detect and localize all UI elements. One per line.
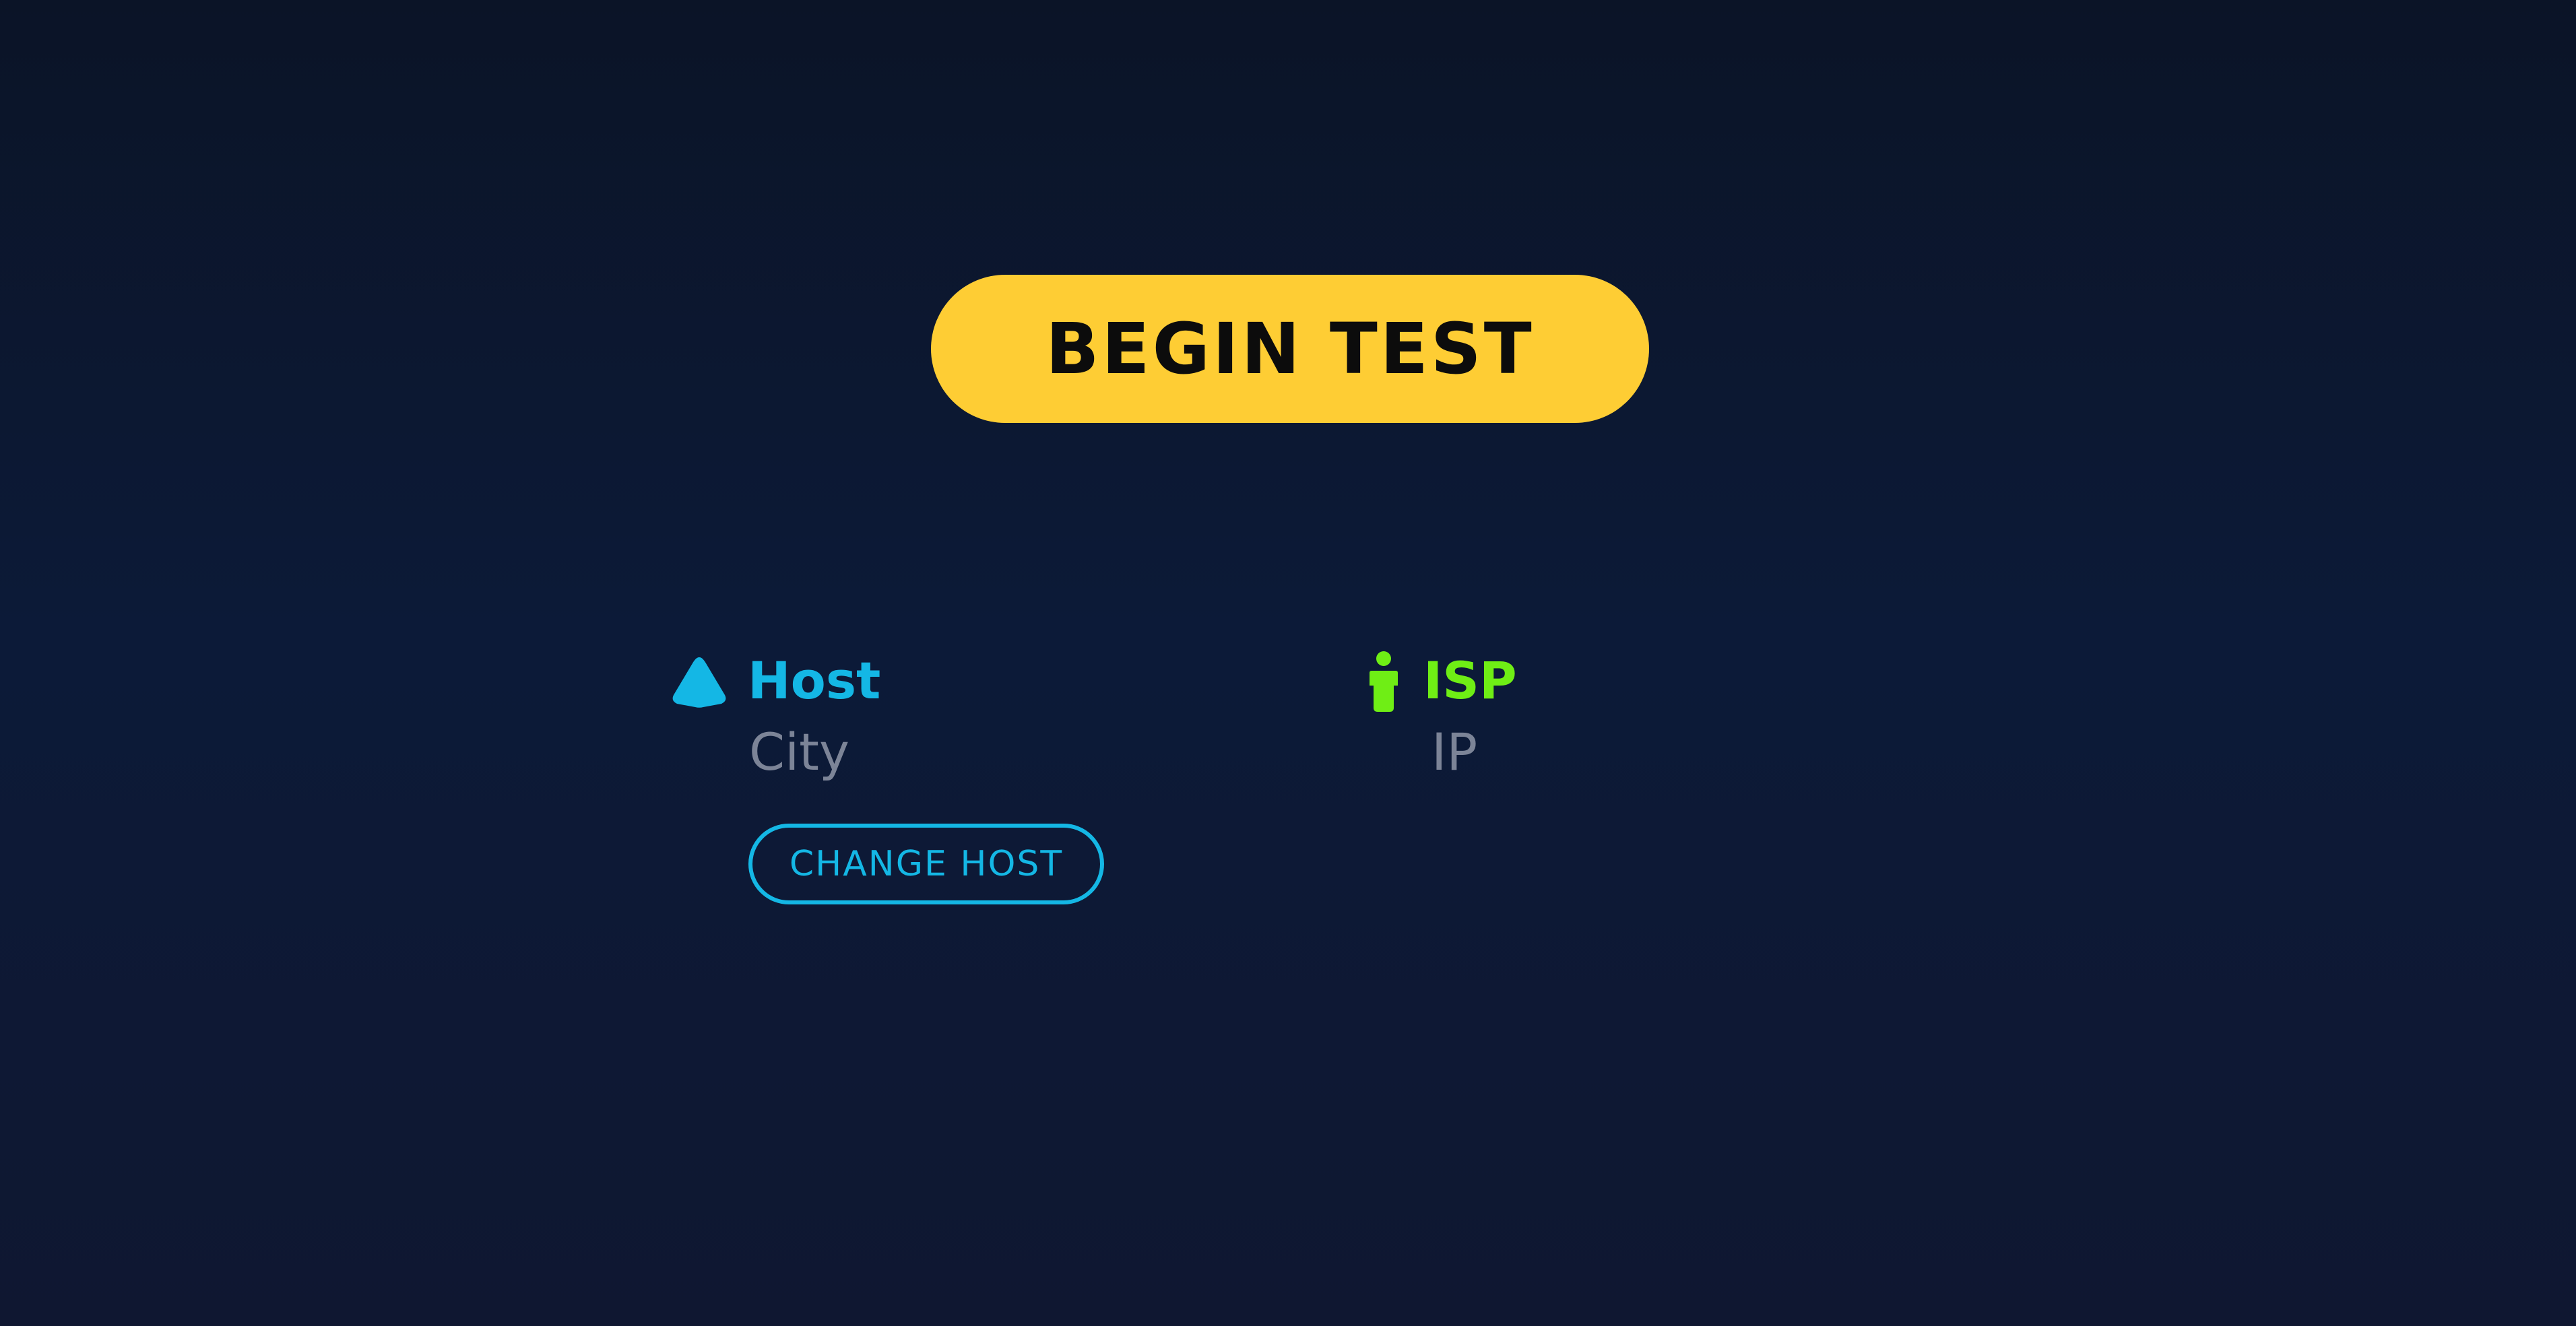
person-icon: [1370, 651, 1398, 712]
server-pyramid-icon: [672, 657, 726, 708]
host-city: City: [749, 722, 849, 782]
isp-title: ISP: [1423, 651, 1517, 710]
isp-ip: IP: [1431, 722, 1478, 782]
change-host-label: CHANGE HOST: [789, 844, 1064, 884]
begin-test-button[interactable]: BEGIN TEST: [931, 275, 1649, 423]
begin-test-label: BEGIN TEST: [1045, 308, 1535, 390]
change-host-button[interactable]: CHANGE HOST: [748, 824, 1104, 904]
host-title: Host: [748, 651, 881, 710]
